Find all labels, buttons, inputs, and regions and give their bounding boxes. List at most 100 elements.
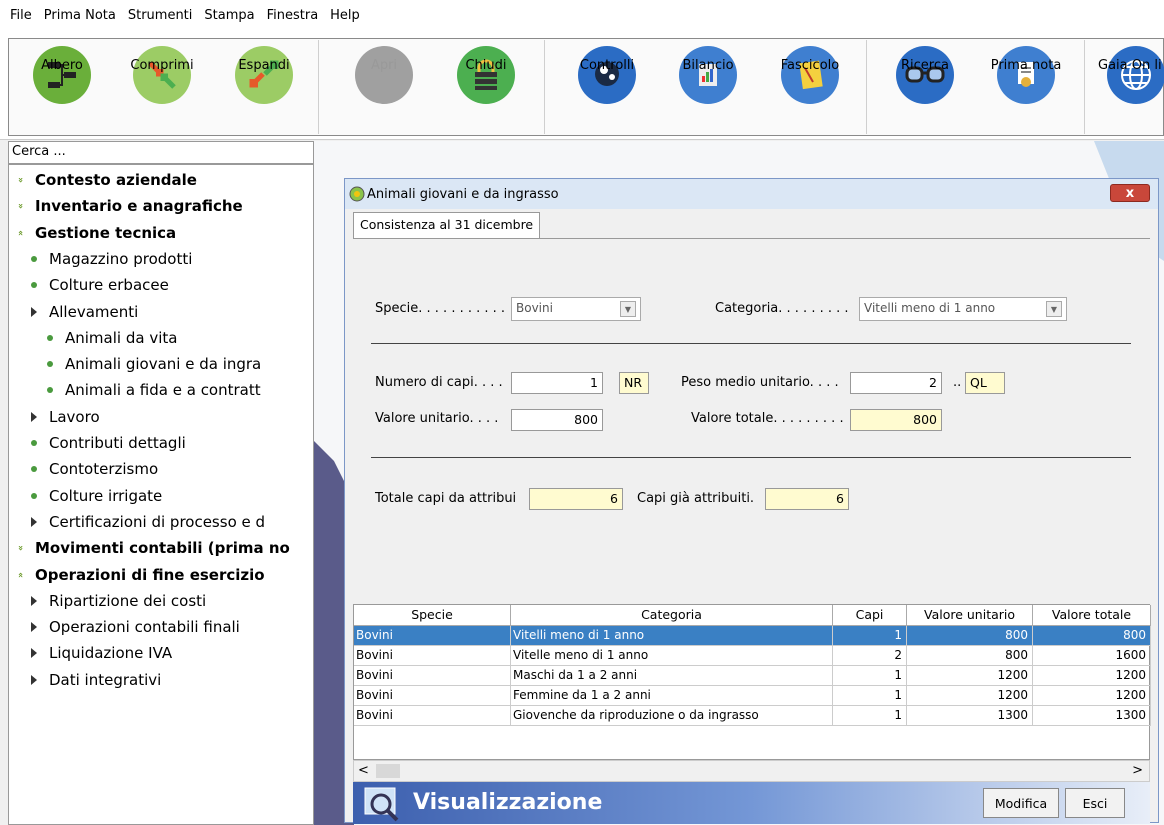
bullet-icon bbox=[47, 387, 53, 394]
specie-select[interactable]: Bovini ▼ bbox=[511, 297, 641, 321]
bullet-icon bbox=[31, 492, 37, 499]
chiudi-button[interactable]: Chiudi bbox=[436, 46, 536, 104]
caret-right-icon[interactable] bbox=[31, 306, 37, 317]
fascicolo-button[interactable]: Fascicolo bbox=[760, 46, 860, 104]
tree-item[interactable]: Certificazioni di processo e d bbox=[31, 509, 265, 535]
espandi-label: Espandi bbox=[238, 58, 290, 73]
caret-right-icon[interactable] bbox=[31, 622, 37, 633]
table-row[interactable]: Bovini Maschi da 1 a 2 anni 1 1200 1200 bbox=[354, 666, 1151, 686]
tree-item[interactable]: Contributi dettagli bbox=[31, 430, 186, 456]
tree-item[interactable]: Lavoro bbox=[31, 404, 100, 430]
table-cell: Bovini bbox=[354, 706, 511, 726]
valore-unitario-input[interactable]: 800 bbox=[511, 409, 603, 431]
caret-right-icon[interactable] bbox=[31, 648, 37, 659]
column-header[interactable]: Valore unitario bbox=[907, 605, 1033, 626]
modifica-button[interactable]: Modifica bbox=[983, 788, 1059, 818]
tree-item[interactable]: Ripartizione dei costi bbox=[31, 588, 206, 614]
menu-finestra[interactable]: Finestra bbox=[261, 8, 325, 23]
tree-item[interactable]: Colture irrigate bbox=[31, 483, 162, 509]
table-row[interactable]: Bovini Vitelle meno di 1 anno 2 800 1600 bbox=[354, 646, 1151, 666]
table-cell: 1 bbox=[833, 626, 907, 646]
peso-medio-input[interactable]: 2 bbox=[850, 372, 942, 394]
menu-file[interactable]: File bbox=[4, 8, 38, 23]
horizontal-scrollbar[interactable]: < > bbox=[353, 760, 1150, 782]
tree-item[interactable]: » Inventario e anagrafiche bbox=[13, 193, 243, 219]
table-row[interactable]: Bovini Vitelli meno di 1 anno 1 800 800 bbox=[354, 626, 1151, 646]
caret-right-icon[interactable] bbox=[31, 595, 37, 606]
tab-consistenza[interactable]: Consistenza al 31 dicembre bbox=[353, 212, 541, 238]
albero-button[interactable]: Albero bbox=[12, 46, 112, 104]
bilancio-button[interactable]: Bilancio bbox=[658, 46, 758, 104]
scroll-left-icon[interactable]: < bbox=[358, 763, 369, 778]
tree-item[interactable]: » Contesto aziendale bbox=[13, 167, 197, 193]
categoria-select[interactable]: Vitelli meno di 1 anno ▼ bbox=[859, 297, 1067, 321]
menu-prima-nota[interactable]: Prima Nota bbox=[38, 8, 122, 23]
menu-help[interactable]: Help bbox=[324, 8, 366, 23]
controlli-button[interactable]: Controlli bbox=[557, 46, 657, 104]
tree-item[interactable]: « Gestione tecnica bbox=[13, 220, 176, 246]
specie-label: Specie. . . . . . . . . . . bbox=[375, 301, 506, 316]
apri-button[interactable]: Apri bbox=[334, 46, 434, 104]
magnifier-icon bbox=[364, 787, 399, 822]
table-cell: 800 bbox=[907, 646, 1033, 666]
tree-item[interactable]: Colture erbacee bbox=[31, 272, 169, 298]
tree-icon bbox=[33, 46, 91, 104]
tree-item-label: Magazzino prodotti bbox=[49, 249, 193, 268]
tree-item[interactable]: Dati integrativi bbox=[31, 667, 161, 693]
comprimi-button[interactable]: Comprimi bbox=[112, 46, 212, 104]
dialog-window: Animali giovani e da ingrasso x Consiste… bbox=[344, 178, 1159, 824]
scroll-right-icon[interactable]: > bbox=[1132, 763, 1143, 778]
chevron-down-icon[interactable]: ▼ bbox=[620, 301, 636, 317]
collapse-chevron-icon[interactable]: « bbox=[13, 226, 27, 240]
expand-chevron-icon[interactable]: » bbox=[13, 541, 27, 555]
collapse-chevron-icon[interactable]: « bbox=[13, 568, 27, 582]
column-header[interactable]: Valore totale bbox=[1033, 605, 1151, 626]
espandi-button[interactable]: Espandi bbox=[214, 46, 314, 104]
menu-strumenti[interactable]: Strumenti bbox=[122, 8, 199, 23]
table-cell: 1200 bbox=[1033, 666, 1151, 686]
footer-title: Visualizzazione bbox=[413, 790, 603, 815]
table-cell: Vitelli meno di 1 anno bbox=[511, 626, 833, 646]
tree-item[interactable]: « Operazioni di fine esercizio bbox=[13, 562, 265, 588]
close-button[interactable]: x bbox=[1110, 184, 1150, 202]
chiudi-label: Chiudi bbox=[465, 58, 507, 73]
caret-right-icon[interactable] bbox=[31, 516, 37, 527]
tree-item[interactable]: » Movimenti contabili (prima no bbox=[13, 535, 290, 561]
ricerca-button[interactable]: Ricerca bbox=[875, 46, 975, 104]
column-header[interactable]: Capi bbox=[833, 605, 907, 626]
table-row[interactable]: Bovini Femmine da 1 a 2 anni 1 1200 1200 bbox=[354, 686, 1151, 706]
tree-item[interactable]: Contoterzismo bbox=[31, 456, 158, 482]
menu-stampa[interactable]: Stampa bbox=[198, 8, 260, 23]
tree-item[interactable]: Liquidazione IVA bbox=[31, 640, 172, 666]
tree-item[interactable]: Operazioni contabili finali bbox=[31, 614, 240, 640]
caret-right-icon[interactable] bbox=[31, 674, 37, 685]
column-header[interactable]: Categoria bbox=[511, 605, 833, 626]
numero-capi-label: Numero di capi. . . . bbox=[375, 375, 503, 390]
expand-chevron-icon[interactable]: » bbox=[13, 199, 27, 213]
expand-chevron-icon[interactable]: » bbox=[13, 173, 27, 187]
apri-label: Apri bbox=[370, 58, 398, 73]
caret-right-icon[interactable] bbox=[31, 411, 37, 422]
tree-item[interactable]: Animali a fida e a contratt bbox=[47, 377, 261, 403]
prima-nota-button[interactable]: Prima nota bbox=[976, 46, 1076, 104]
table-cell: Vitelle meno di 1 anno bbox=[511, 646, 833, 666]
tree-item[interactable]: Animali da vita bbox=[47, 325, 177, 351]
tree-item-label: Inventario e anagrafiche bbox=[35, 197, 243, 216]
tree-item[interactable]: Magazzino prodotti bbox=[31, 246, 192, 272]
search-input[interactable]: Cerca ... bbox=[8, 141, 314, 164]
table-cell: 1200 bbox=[907, 666, 1033, 686]
chevron-down-icon[interactable]: ▼ bbox=[1046, 301, 1062, 317]
table-cell: Femmine da 1 a 2 anni bbox=[511, 686, 833, 706]
tree-item-label: Contesto aziendale bbox=[35, 171, 197, 189]
tree-item[interactable]: Animali giovani e da ingra bbox=[47, 351, 261, 377]
categoria-label: Categoria. . . . . . . . . bbox=[715, 301, 849, 316]
column-header[interactable]: Specie bbox=[354, 605, 511, 626]
fascicolo-label: Fascicolo bbox=[780, 58, 840, 73]
comprimi-label: Comprimi bbox=[130, 58, 194, 73]
esci-button[interactable]: Esci bbox=[1065, 788, 1125, 818]
scroll-thumb[interactable] bbox=[376, 764, 400, 778]
table-row[interactable]: Bovini Giovenche da riproduzione o da ing… bbox=[354, 706, 1151, 726]
gaia-online-button[interactable]: Gaia On li bbox=[1086, 46, 1164, 104]
numero-capi-input[interactable]: 1 bbox=[511, 372, 603, 394]
tree-item[interactable]: Allevamenti bbox=[31, 299, 138, 325]
